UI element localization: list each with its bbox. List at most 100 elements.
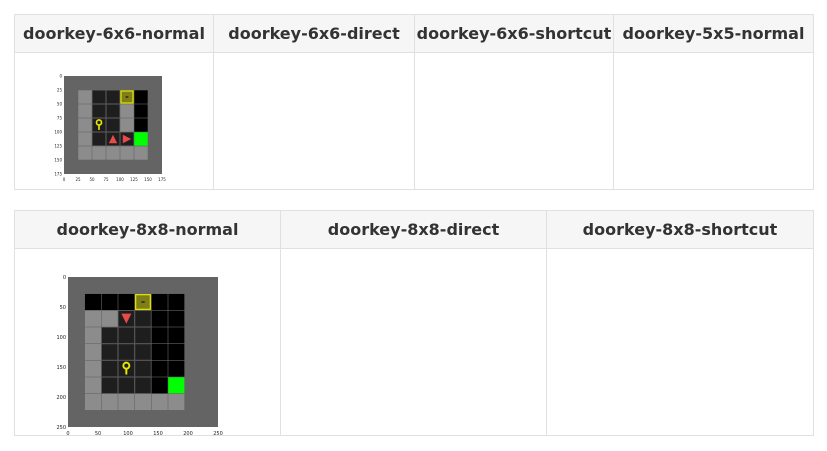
- y-tick-label: 200: [56, 395, 66, 401]
- figure-cell: 050100150200250050100150200250: [15, 249, 281, 436]
- grid-cell: [101, 343, 118, 361]
- figure-cell: 02550751001251501750255075100125150175: [214, 53, 415, 189]
- grid-cell: [92, 89, 107, 104]
- results-table-top: doorkey-6x6-normal doorkey-6x6-direct do…: [14, 14, 814, 190]
- grid-cell: [78, 104, 92, 118]
- grid-cell: [168, 377, 185, 394]
- y-tick-label: 100: [54, 129, 62, 134]
- y-tick-label: 125: [54, 143, 62, 148]
- grid-cell: [151, 377, 168, 394]
- x-tick-label: 50: [95, 431, 101, 436]
- grid-cell: [101, 293, 118, 311]
- image-row: 050100150200250050100150200250 050100150…: [15, 249, 813, 436]
- y-tick-label: 50: [57, 101, 63, 106]
- x-tick-label: 175: [158, 177, 166, 182]
- x-tick-label: 150: [144, 177, 152, 182]
- figure-cell: 02550751001251501750255075100125150175: [15, 53, 214, 189]
- x-tick-label: 0: [66, 431, 69, 436]
- grid-cell: [151, 360, 168, 377]
- image-row: 02550751001251501750255075100125150175 0…: [15, 53, 813, 189]
- figure-cell: 02550751001251501750255075100125150175: [415, 53, 614, 189]
- env-render-plot: 050100150200250050100150200250: [56, 275, 223, 436]
- y-tick-label: 150: [54, 157, 62, 162]
- grid-cell: [168, 293, 185, 311]
- column-header: doorkey-6x6-direct: [214, 15, 415, 52]
- grid-cell: [78, 132, 92, 146]
- x-tick-label: 250: [213, 431, 223, 436]
- grid-cell: [92, 132, 107, 147]
- grid-cell: [134, 360, 152, 377]
- column-header: doorkey-6x6-shortcut: [415, 15, 614, 52]
- grid-cell: [84, 393, 102, 411]
- grid-cell: [120, 146, 134, 160]
- grid-cell: [101, 310, 118, 327]
- y-tick-label: 0: [63, 275, 66, 281]
- x-tick-label: 125: [130, 177, 138, 182]
- grid-cell: [168, 310, 185, 327]
- grid-cell: [84, 327, 102, 344]
- x-tick-label: 0: [63, 177, 66, 182]
- grid-cell: [101, 327, 118, 344]
- grid-cell: [134, 393, 152, 411]
- grid-cell: [134, 343, 152, 361]
- grid-cell: [78, 118, 92, 132]
- grid-cell: [106, 103, 121, 118]
- grid-cell: [101, 377, 118, 394]
- grid-cell: [120, 104, 134, 118]
- y-tick-label: 150: [56, 365, 66, 371]
- maze-grid: [68, 277, 218, 427]
- grid-cell: [134, 377, 152, 394]
- y-tick-label: 50: [60, 305, 66, 311]
- env-render-plot: 02550751001251501750255075100125150175: [415, 53, 614, 189]
- maze-grid: [64, 76, 162, 174]
- grid-cell: [151, 310, 168, 327]
- header-row: doorkey-6x6-normal doorkey-6x6-direct do…: [15, 15, 813, 53]
- column-header: doorkey-5x5-normal: [622, 24, 805, 43]
- figure-cell: 050100150200250050100150200250: [281, 249, 547, 435]
- grid-cell: [101, 360, 118, 377]
- grid-cell: [78, 90, 92, 104]
- grid-cell: [84, 310, 102, 327]
- grid-cell: [151, 327, 168, 344]
- grid-cell: [92, 146, 106, 160]
- grid-cell: [134, 327, 152, 344]
- x-tick-label: 75: [103, 177, 109, 182]
- figure-cell: 020406080100120140020406080100120140: [614, 53, 813, 189]
- grid-cell: [78, 146, 92, 160]
- column-header: doorkey-6x6-normal: [15, 15, 214, 52]
- figure-cell: 050100150200250050100150200250: [547, 249, 813, 435]
- x-tick-label: 50: [89, 177, 95, 182]
- grid-cell: [151, 343, 168, 361]
- y-tick-label: 100: [56, 335, 66, 341]
- column-header: doorkey-8x8-direct: [281, 211, 547, 248]
- column-header: doorkey-8x8-shortcut: [582, 220, 778, 239]
- header-row: doorkey-8x8-normal doorkey-8x8-direct do…: [15, 211, 813, 249]
- grid-cell: [106, 146, 120, 160]
- grid-cell: [118, 377, 135, 394]
- grid-cell: [168, 360, 185, 377]
- grid-cell: [118, 293, 135, 311]
- y-tick-label: 0: [59, 73, 62, 78]
- grid-cell: [118, 343, 135, 361]
- grid-cell: [168, 327, 185, 344]
- grid-cell: [134, 104, 148, 118]
- x-tick-label: 25: [75, 177, 81, 182]
- grid-cell: [134, 132, 148, 146]
- grid-cell: [101, 393, 118, 411]
- env-render-plot: 020406080100120140020406080100120140: [614, 53, 813, 189]
- grid-cell: [84, 360, 102, 377]
- grid-cell: [168, 393, 185, 411]
- x-tick-label: 100: [123, 431, 133, 436]
- column-header: doorkey-8x8-normal: [15, 211, 281, 248]
- grid-cell: [151, 393, 168, 411]
- x-tick-label: 150: [153, 431, 163, 436]
- x-tick-label: 100: [116, 177, 124, 182]
- grid-cell: [151, 293, 168, 311]
- env-render-plot: 02550751001251501750255075100125150175: [214, 53, 415, 189]
- grid-cell: [134, 146, 148, 160]
- results-table-bottom: doorkey-8x8-normal doorkey-8x8-direct do…: [14, 210, 814, 436]
- grid-cell: [84, 343, 102, 361]
- grid-cell: [134, 90, 148, 104]
- grid-cell: [120, 118, 134, 132]
- grid-cell: [106, 89, 121, 104]
